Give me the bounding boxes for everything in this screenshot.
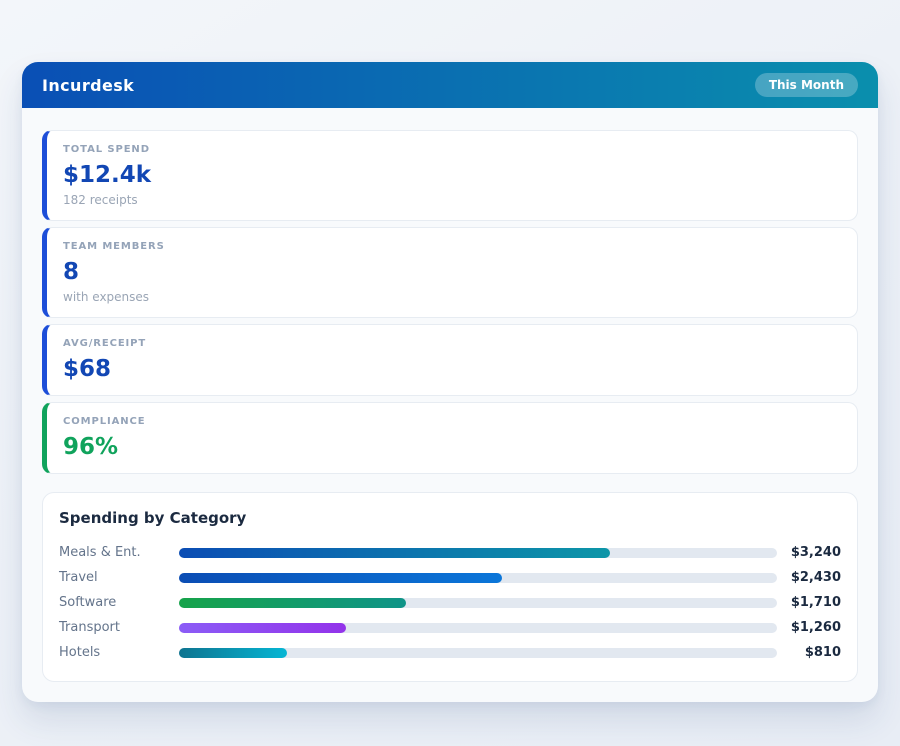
category-row-hotels: Hotels $810: [59, 640, 841, 665]
category-value: $2,430: [777, 570, 841, 585]
dashboard-content: TOTAL SPEND $12.4k 182 receipts TEAM MEM…: [22, 108, 878, 702]
category-value: $1,710: [777, 595, 841, 610]
stat-card-total-spend: TOTAL SPEND $12.4k 182 receipts: [42, 130, 858, 221]
spending-by-category-panel: Spending by Category Meals & Ent. $3,240…: [42, 492, 858, 682]
stat-value: $68: [63, 355, 841, 383]
stat-label: TEAM MEMBERS: [63, 240, 841, 253]
category-label: Travel: [59, 570, 179, 585]
bar-track: [179, 648, 777, 658]
stat-subtext: with expenses: [63, 290, 841, 305]
category-row-transport: Transport $1,260: [59, 615, 841, 640]
bar-track: [179, 573, 777, 583]
bar-fill-software: [179, 598, 406, 608]
stat-card-compliance: COMPLIANCE 96%: [42, 402, 858, 474]
category-value: $810: [777, 645, 841, 660]
category-label: Transport: [59, 620, 179, 635]
panel-title: Spending by Category: [59, 509, 841, 528]
dashboard-window: Incurdesk This Month TOTAL SPEND $12.4k …: [22, 62, 878, 702]
stat-subtext: 182 receipts: [63, 193, 841, 208]
stat-label: AVG/RECEIPT: [63, 337, 841, 350]
category-label: Hotels: [59, 645, 179, 660]
category-label: Meals & Ent.: [59, 545, 179, 560]
bar-fill-hotels: [179, 648, 287, 658]
stat-card-avg-receipt: AVG/RECEIPT $68: [42, 324, 858, 396]
bar-fill-meals: [179, 548, 610, 558]
bar-track: [179, 548, 777, 558]
bar-track: [179, 598, 777, 608]
stat-value: $12.4k: [63, 161, 841, 189]
category-value: $1,260: [777, 620, 841, 635]
bar-track: [179, 623, 777, 633]
period-badge[interactable]: This Month: [755, 73, 858, 97]
category-row-software: Software $1,710: [59, 590, 841, 615]
stat-card-team-members: TEAM MEMBERS 8 with expenses: [42, 227, 858, 318]
category-row-meals: Meals & Ent. $3,240: [59, 540, 841, 565]
category-value: $3,240: [777, 545, 841, 560]
bar-fill-transport: [179, 623, 346, 633]
category-label: Software: [59, 595, 179, 610]
stat-label: TOTAL SPEND: [63, 143, 841, 156]
stat-label: COMPLIANCE: [63, 415, 841, 428]
category-row-travel: Travel $2,430: [59, 565, 841, 590]
app-header: Incurdesk This Month: [22, 62, 878, 108]
bar-fill-travel: [179, 573, 502, 583]
app-title: Incurdesk: [42, 76, 134, 95]
stat-value: 8: [63, 258, 841, 286]
stat-value: 96%: [63, 433, 841, 461]
